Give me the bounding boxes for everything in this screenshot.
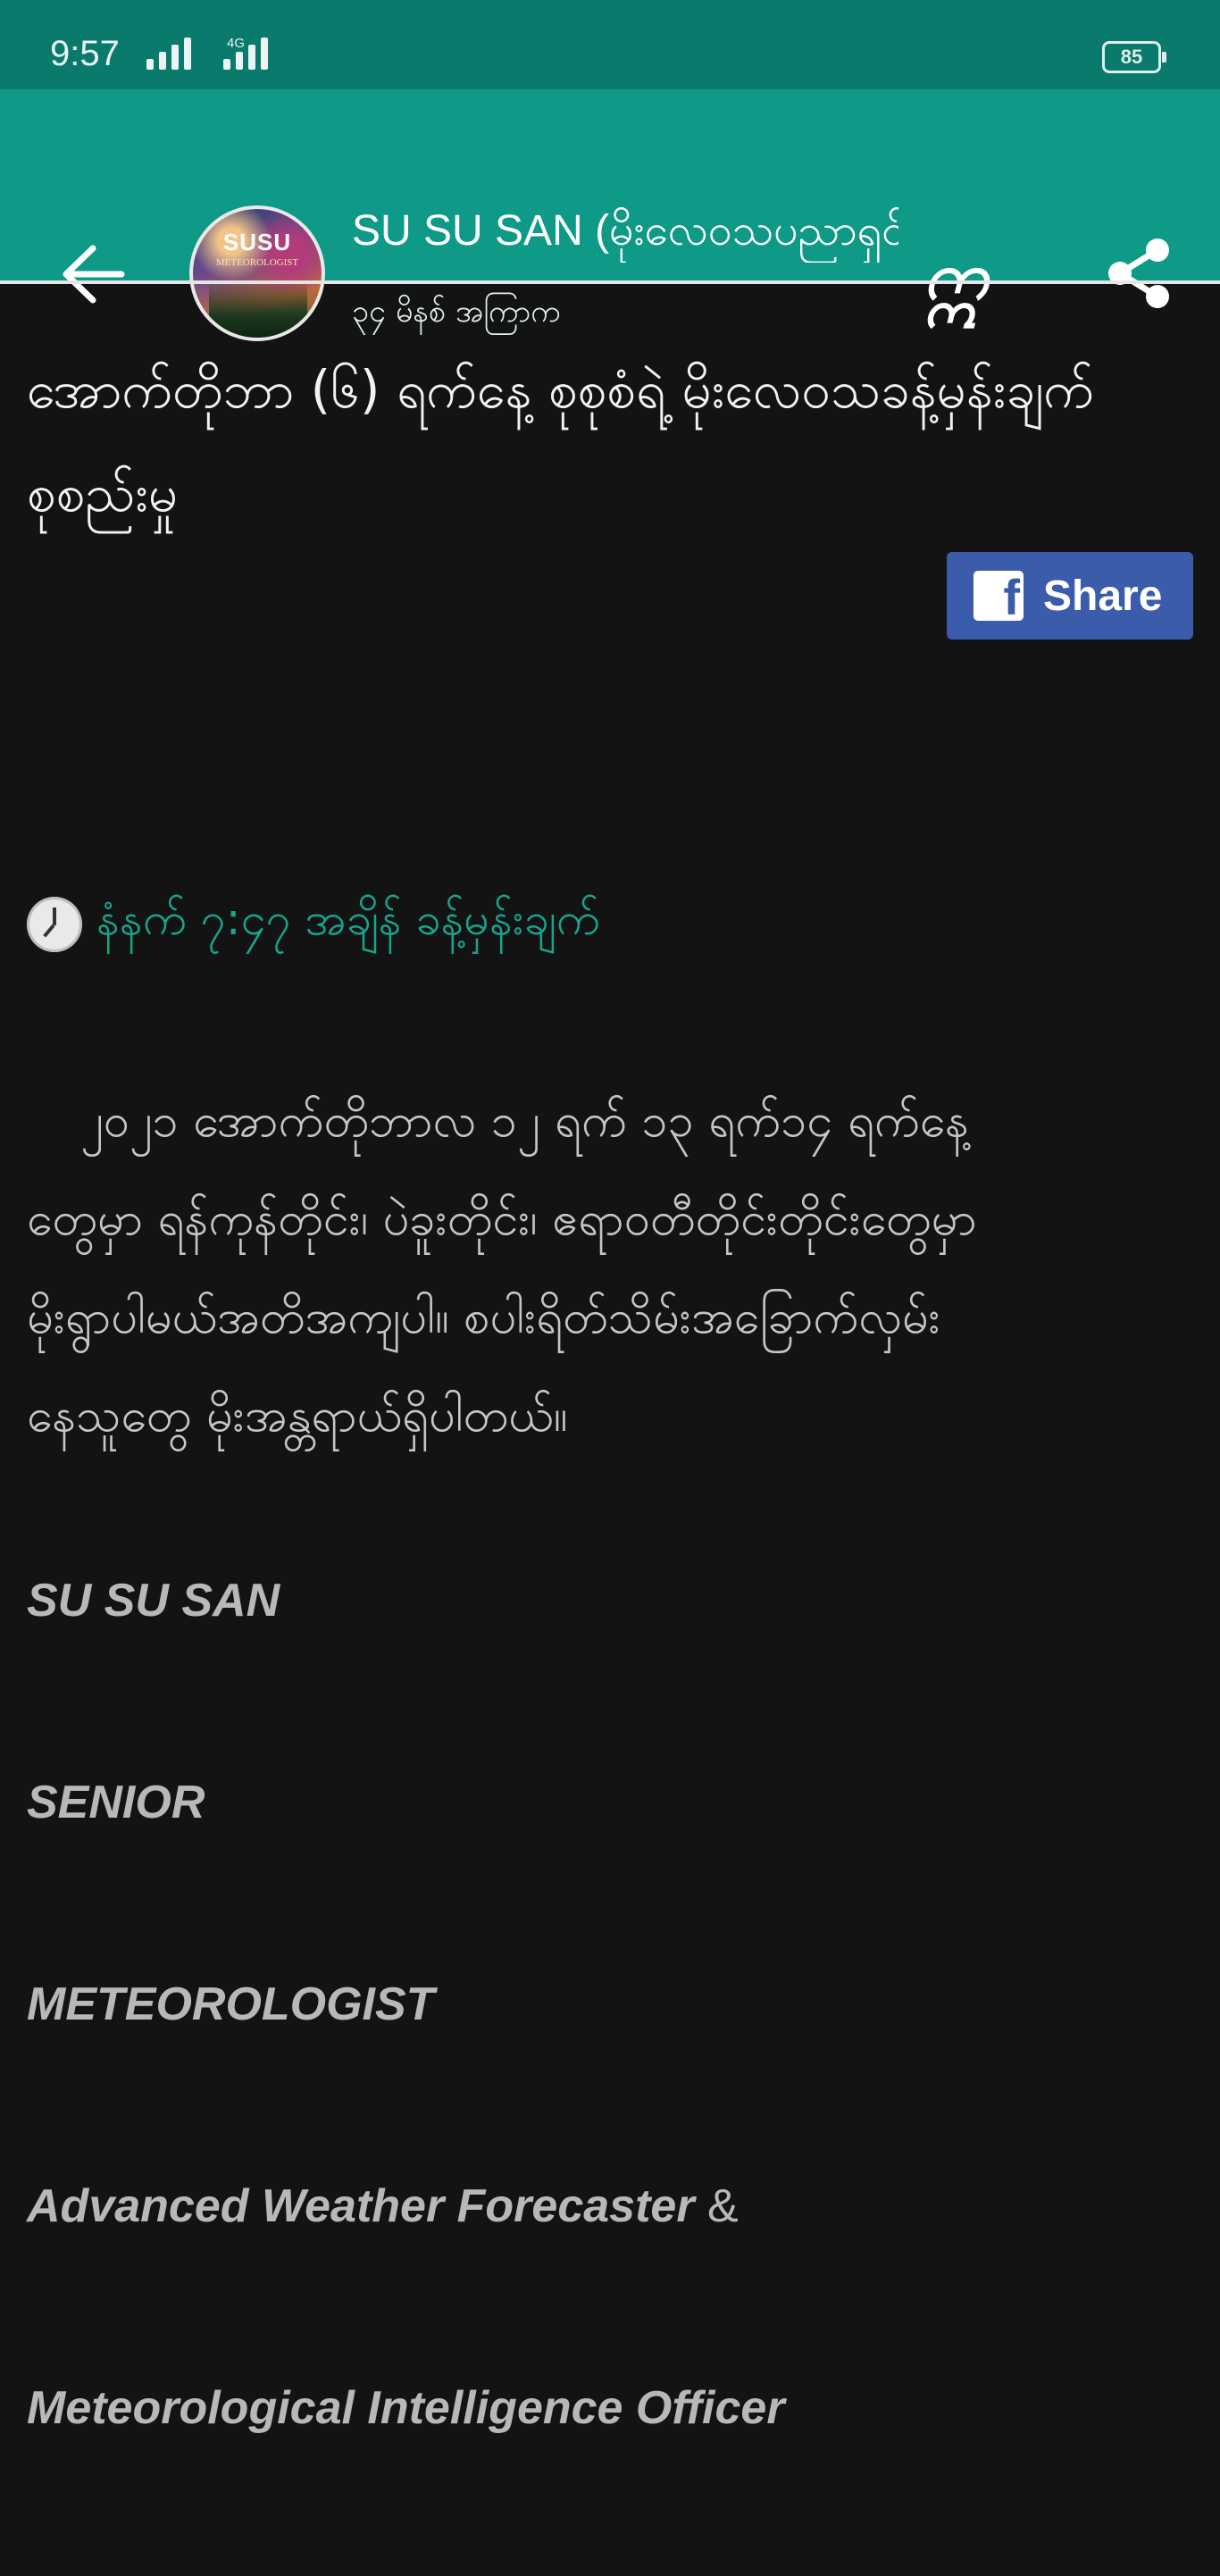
post-body-line: တွေမှာ ရန်ကုန်တိုင်း၊ ပဲခူးတိုင်း၊ ဧရာဝတ… bbox=[27, 1192, 977, 1246]
avatar-text: SUSU bbox=[222, 229, 292, 255]
facebook-icon: f bbox=[973, 569, 1024, 625]
status-time: 9:57 bbox=[50, 34, 120, 73]
post-body-line: နေသူတွေ မိုးအန္တရာယ်ရှိပါတယ်။ bbox=[27, 1389, 568, 1443]
avatar-scenery bbox=[209, 280, 307, 338]
forecast-time-text: နံနက် ၇:၄၇ အချိန် ခန့်မှန်းချက် bbox=[96, 893, 600, 945]
signal-strength-icon bbox=[146, 38, 191, 70]
post-time: ၃၄ မိနစ် အကြာက bbox=[352, 294, 561, 330]
facebook-share-button[interactable]: f Share bbox=[947, 552, 1193, 640]
battery-icon: 85 bbox=[1102, 41, 1166, 73]
forecast-time-line: နံနက် ၇:၄၇ အချိန် ခန့်မှန်းချက် bbox=[27, 891, 600, 957]
signature-title-forecaster: Advanced Weather Forecaster & bbox=[27, 2179, 739, 2233]
avatar-subtext: METEOROLOGIST bbox=[215, 257, 299, 268]
page-avatar[interactable]: SUSU METEOROLOGIST bbox=[189, 205, 325, 341]
share-icon[interactable] bbox=[1104, 236, 1175, 311]
post-body-line: ၂၀၂၁ အောက်တိုဘာလ ၁၂ ရက် ၁၃ ရက်၁၄ ရက်နေ့ bbox=[80, 1094, 969, 1148]
signature-ampersand: & bbox=[707, 2180, 739, 2232]
post-headline: အောက်တိုဘာ (၆) ရက်နေ့ စုစုစံရဲ့ မိုးလေဝသ… bbox=[27, 359, 1095, 523]
signature-forecaster-text: Advanced Weather Forecaster bbox=[27, 2180, 695, 2232]
signature-title-senior: SENIOR bbox=[27, 1777, 205, 1828]
post-body: ၂၀၂၁ အောက်တိုဘာလ ၁၂ ရက် ၁၃ ရက်၁၄ ရက်နေ့ … bbox=[27, 1072, 1202, 1465]
share-button-label: Share bbox=[1043, 572, 1163, 620]
app-bar-divider bbox=[0, 280, 1220, 284]
page-name[interactable]: SU SU SAN (မိုးလေဝသပညာရှင်) bbox=[352, 204, 898, 263]
signature-title-officer: Meteorological Intelligence Officer bbox=[27, 2382, 785, 2434]
post-body-line: မိုးရွာပါမယ်အတိအကျပါ။ စပါးရိတ်သိမ်းအခြော… bbox=[27, 1291, 940, 1344]
clock-icon bbox=[27, 896, 82, 952]
status-bar: 9:57 4G 85 bbox=[0, 0, 1220, 89]
app-bar: SUSU METEOROLOGIST SU SU SAN (မိုးလေဝသပည… bbox=[0, 89, 1220, 341]
back-arrow-icon[interactable] bbox=[59, 243, 127, 305]
signature-name: SU SU SAN bbox=[27, 1575, 280, 1627]
signal-strength-2-icon bbox=[223, 38, 268, 70]
signature-title-meteorologist: METEOROLOGIST bbox=[27, 1978, 435, 2030]
